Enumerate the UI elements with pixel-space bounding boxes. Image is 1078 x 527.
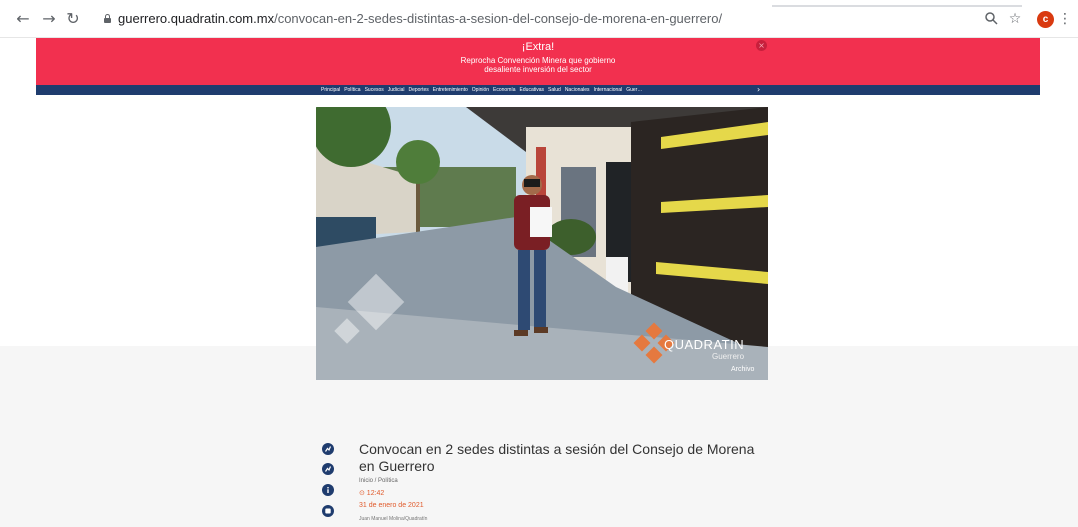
- nav-item[interactable]: Judicial: [388, 85, 405, 95]
- facebook-share-icon[interactable]: [322, 443, 334, 455]
- whatsapp-share-icon[interactable]: [322, 484, 334, 496]
- article-time: ⊙ 12:42: [359, 490, 385, 497]
- lock-icon[interactable]: [104, 14, 111, 23]
- url-text[interactable]: guerrero.quadratin.com.mx/convocan-en-2-…: [118, 11, 722, 26]
- nav-item[interactable]: Nacionales: [565, 85, 590, 95]
- close-icon[interactable]: ×: [756, 40, 767, 51]
- article-author: Juan Manuel Molina/Quadratín: [359, 516, 428, 522]
- nav-item[interactable]: Educativas: [520, 85, 544, 95]
- nav-item[interactable]: Guer…: [626, 85, 642, 95]
- article-date: 31 de enero de 2021: [359, 502, 424, 509]
- chevron-right-icon[interactable]: ›: [757, 85, 760, 95]
- avatar[interactable]: c: [1037, 11, 1054, 28]
- forward-icon[interactable]: →: [40, 10, 58, 28]
- banner-line-1: Reprocha Convención Minera que gobierno: [460, 56, 616, 65]
- photo-caption: Archivo: [731, 366, 755, 373]
- url-host: guerrero.quadratin.com.mx: [118, 11, 275, 26]
- nav-item[interactable]: Principal: [321, 85, 340, 95]
- url-path: /convocan-en-2-sedes-distintas-a-sesion-…: [274, 11, 723, 26]
- menu-icon[interactable]: ⋮: [1058, 11, 1072, 27]
- breaking-news-banner[interactable]: ¡Extra! Reprocha Convención Minera que g…: [36, 38, 1040, 85]
- tab-strip-line: [772, 5, 1022, 7]
- nav-item[interactable]: Sucesos: [365, 85, 384, 95]
- zoom-icon[interactable]: [983, 11, 999, 27]
- photo-watermark-brand: QUADRATIN: [664, 337, 745, 352]
- email-share-icon[interactable]: [322, 505, 334, 517]
- banner-headline[interactable]: Reprocha Convención Minera que gobierno …: [36, 56, 1040, 74]
- nav-item[interactable]: Deportes: [408, 85, 428, 95]
- nav-item[interactable]: Política: [344, 85, 360, 95]
- nav-item[interactable]: Opinión: [472, 85, 489, 95]
- nav-item[interactable]: Economía: [493, 85, 516, 95]
- twitter-share-icon[interactable]: [322, 463, 334, 475]
- reload-icon[interactable]: ↻: [64, 10, 82, 28]
- banner-line-2: desaliente inversión del sector: [484, 65, 592, 74]
- nav-item[interactable]: Salud: [548, 85, 561, 95]
- section-nav: Principal Política Sucesos Judicial Deportes…: [36, 85, 1040, 95]
- page: ← → ↻ guerrero.quadratin.com.mx/convocan…: [0, 0, 1078, 527]
- nav-item[interactable]: Entretenimiento: [433, 85, 468, 95]
- nav-item[interactable]: Internacional: [594, 85, 623, 95]
- nav-links: Principal Política Sucesos Judicial Deportes…: [321, 85, 642, 95]
- photo-watermark-sub: Guerrero: [712, 352, 745, 361]
- article-headline: Convocan en 2 sedes distintas a sesión d…: [359, 441, 755, 474]
- banner-title: ¡Extra!: [521, 41, 555, 53]
- breadcrumb[interactable]: Inicio / Política: [359, 478, 398, 484]
- back-icon[interactable]: ←: [14, 10, 32, 28]
- browser-toolbar: ← → ↻ guerrero.quadratin.com.mx/convocan…: [0, 0, 1078, 38]
- star-icon[interactable]: ☆: [1007, 11, 1023, 27]
